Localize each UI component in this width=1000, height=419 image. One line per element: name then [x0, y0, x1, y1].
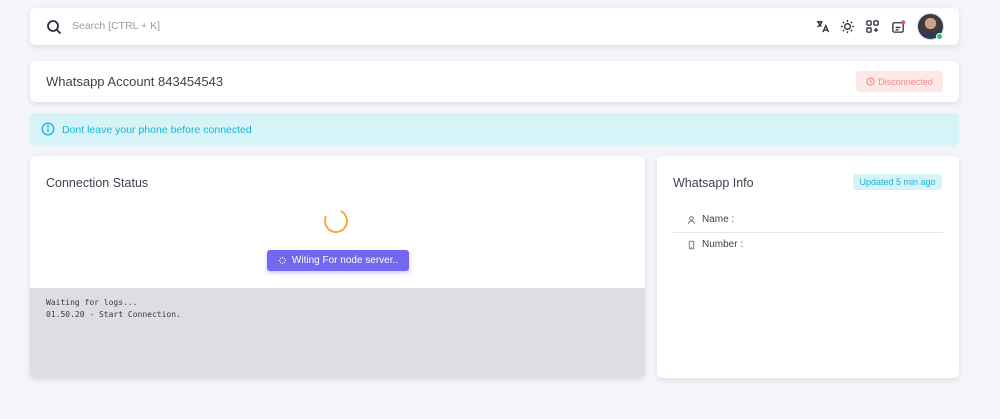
top-navbar: Search [CTRL + K] — [30, 8, 959, 45]
info-icon — [41, 122, 55, 136]
loading-spinner-icon — [320, 205, 352, 237]
waiting-node-server-button[interactable]: Witing For node server.. — [267, 250, 409, 271]
translate-icon[interactable] — [814, 18, 830, 34]
user-icon — [687, 215, 696, 224]
updated-badge: Updated 5 min ago — [853, 174, 942, 190]
connection-log-panel: Waiting for logs... 01.50.20 - Start Con… — [30, 288, 645, 378]
apps-icon[interactable] — [864, 18, 880, 34]
log-line: Waiting for logs... — [46, 298, 138, 307]
notification-icon[interactable] — [890, 18, 906, 34]
search-icon[interactable] — [46, 19, 62, 35]
number-label: Number : — [702, 239, 744, 250]
whatsapp-info-title: Whatsapp Info — [673, 176, 754, 190]
phone-icon — [688, 240, 695, 249]
search-input[interactable]: Search [CTRL + K] — [72, 20, 160, 32]
disconnected-label: Disconnected — [878, 76, 933, 87]
clock-icon — [866, 77, 875, 86]
sun-icon[interactable] — [839, 18, 855, 34]
online-status-dot — [936, 33, 943, 40]
disconnected-badge: Disconnected — [856, 71, 943, 92]
connection-status-title: Connection Status — [46, 176, 149, 190]
loader-icon — [278, 256, 287, 265]
alert-text: Dont leave your phone before connected — [62, 124, 252, 136]
info-alert: Dont leave your phone before connected — [30, 113, 959, 145]
info-row-number: Number : — [687, 239, 743, 250]
info-divider — [673, 232, 943, 233]
waiting-button-label: Witing For node server.. — [291, 255, 399, 266]
whatsapp-info-card: Whatsapp Info Updated 5 min ago Name : N… — [657, 156, 959, 378]
connection-status-card: Connection Status Witing For node server… — [30, 156, 645, 378]
account-header-card: Whatsapp Account 843454543 Disconnected — [30, 61, 959, 102]
info-row-name: Name : — [687, 214, 734, 225]
name-label: Name : — [702, 214, 735, 225]
log-line: 01.50.20 - Start Connection. — [46, 310, 181, 319]
account-title: Whatsapp Account 843454543 — [46, 74, 224, 89]
